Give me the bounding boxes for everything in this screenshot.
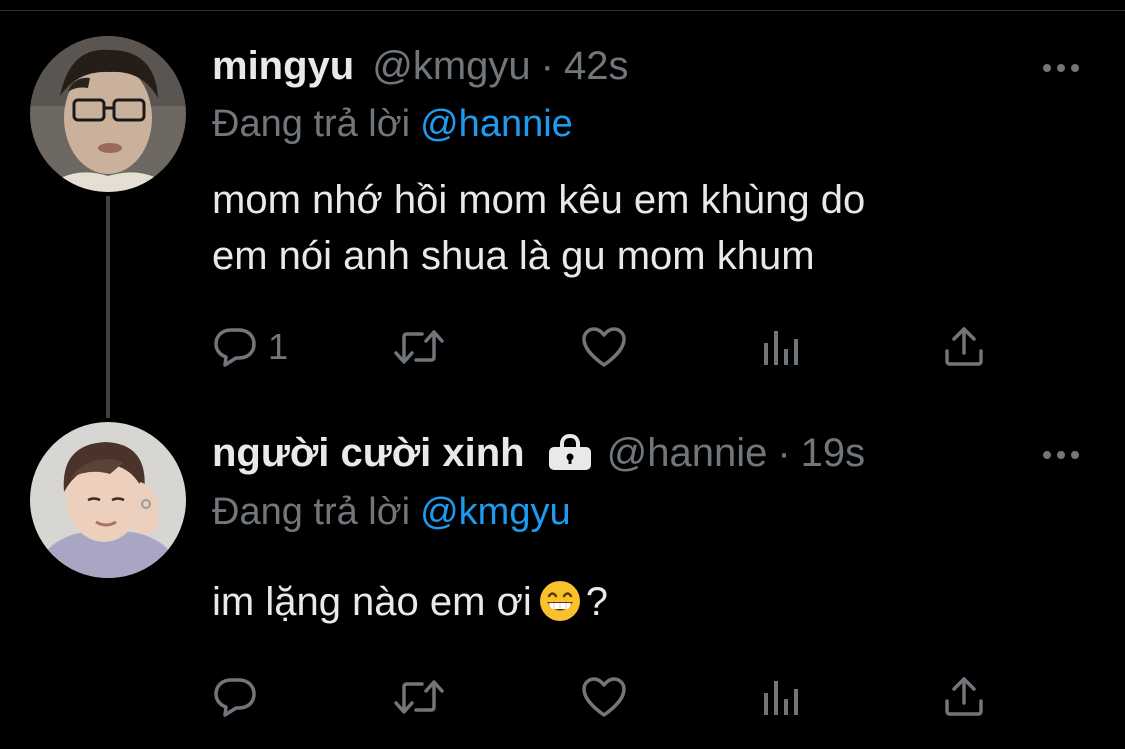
separator-dot: · <box>540 44 554 88</box>
reply-icon <box>212 676 258 718</box>
action-bar: 1 <box>212 322 992 372</box>
tweet-text-segment: im lặng nào em ơi <box>212 580 532 624</box>
more-icon[interactable] <box>1041 445 1081 465</box>
replying-to: Đang trả lời @hannie <box>212 100 573 148</box>
user-handle[interactable]: @kmgyu <box>372 41 530 91</box>
reply-icon <box>212 326 258 368</box>
retweet-icon <box>392 327 446 367</box>
analytics-icon <box>762 327 802 367</box>
tweet-text: mom nhớ hồi mom kêu em khùng do em nói a… <box>212 172 1072 284</box>
share-icon <box>942 675 986 719</box>
share-icon <box>942 325 986 369</box>
analytics-button[interactable] <box>762 672 802 722</box>
analytics-icon <box>762 677 802 717</box>
action-bar <box>212 672 992 722</box>
retweet-icon <box>392 677 446 717</box>
like-button[interactable] <box>580 672 628 722</box>
analytics-button[interactable] <box>762 322 802 372</box>
share-button[interactable] <box>942 672 986 722</box>
avatar[interactable] <box>30 422 186 578</box>
tweet-text-segment: ? <box>585 580 608 624</box>
mention-link[interactable]: @kmgyu <box>420 491 571 533</box>
tweet[interactable]: mingyu @kmgyu · 42s Đang trả lời @hannie … <box>0 0 1125 400</box>
heart-icon <box>580 325 628 369</box>
timestamp[interactable]: 19s <box>801 428 866 478</box>
retweet-button[interactable] <box>392 322 446 372</box>
mention-link[interactable]: @hannie <box>420 103 573 145</box>
lock-icon <box>547 432 593 470</box>
heart-icon <box>580 675 628 719</box>
tweet-header: người cười xinh @hannie · 19s <box>212 428 865 478</box>
reply-button[interactable]: 1 <box>212 322 288 372</box>
separator-dot: · <box>777 431 791 475</box>
like-button[interactable] <box>580 322 628 372</box>
replying-to: Đang trả lời @kmgyu <box>212 488 571 536</box>
reply-count: 1 <box>268 326 289 367</box>
tweet-text-line: im lặng nào em ơi ? <box>212 574 1072 630</box>
replying-to-label: Đang trả lời <box>212 491 411 533</box>
tweet-header: mingyu @kmgyu · 42s <box>212 41 628 91</box>
reply-button[interactable] <box>212 672 268 722</box>
user-handle[interactable]: @hannie <box>607 428 768 478</box>
more-icon[interactable] <box>1041 58 1081 78</box>
display-name[interactable]: mingyu <box>212 41 354 91</box>
replying-to-label: Đang trả lời <box>212 103 411 145</box>
timestamp[interactable]: 42s <box>564 41 629 91</box>
tweet[interactable]: người cười xinh @hannie · 19s Đang trả l… <box>0 400 1125 749</box>
tweet-text-line: em nói anh shua là gu mom khum <box>212 234 815 278</box>
share-button[interactable] <box>942 322 986 372</box>
tweet-text: im lặng nào em ơi ? <box>212 574 1072 630</box>
avatar[interactable] <box>30 36 186 192</box>
display-name[interactable]: người cười xinh <box>212 428 525 478</box>
retweet-button[interactable] <box>392 672 446 722</box>
grinning-face-emoji-icon <box>538 579 582 623</box>
tweet-text-line: mom nhớ hồi mom kêu em khùng do <box>212 178 866 222</box>
